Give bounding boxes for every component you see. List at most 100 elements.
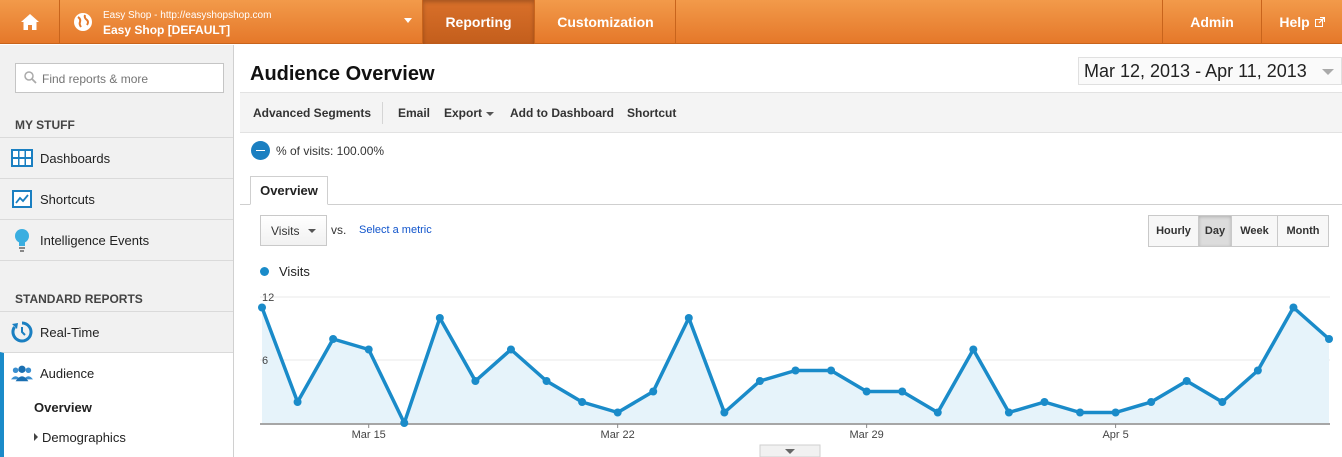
globe-icon [74,13,92,31]
search-box[interactable] [15,63,224,93]
sidebar-item-dashboards[interactable]: Dashboards [0,137,233,178]
advanced-segments-button[interactable]: Advanced Segments [253,106,371,120]
data-point [684,314,693,322]
vs-label: vs. [331,223,347,237]
tab-overview[interactable]: Overview [250,176,328,205]
data-point [1076,408,1085,417]
tab-customization[interactable]: Customization [536,0,676,44]
help-link[interactable]: Help [1262,0,1342,44]
data-point [542,377,551,385]
data-point [1040,398,1049,406]
account-url: Easy Shop - http://easyshopshop.com [103,10,272,21]
toolbar-divider [382,102,383,124]
home-icon [20,14,39,30]
lightbulb-icon [11,229,33,252]
sidebar-item-label: Dashboards [40,150,111,166]
main-content: Audience Overview Mar 12, 2013 - Apr 11,… [240,45,1342,457]
y-tick-label: 12 [262,292,274,304]
granularity-day-button[interactable]: Day [1199,216,1232,246]
dashboard-grid-icon [11,147,33,169]
shortcut-icon [11,188,33,210]
top-nav-bar: Easy Shop - http://easyshopshop.com Easy… [0,0,1342,44]
email-button[interactable]: Email [398,106,430,120]
data-point [898,387,907,396]
segment-summary[interactable]: % of visits: 100.00% [251,141,384,160]
visits-chart: 12 6 Mar 15 Mar 22 Mar 29 Apr 5 [258,292,1333,457]
sidebar-item-shortcuts[interactable]: Shortcuts [0,178,233,219]
sidebar-item-audience[interactable]: Audience [0,352,233,393]
metric-select-value: Visits [271,223,300,238]
granularity-week-button[interactable]: Week [1232,216,1278,246]
caret-right-icon [34,433,38,441]
data-point [1325,335,1333,343]
granularity-hourly-button[interactable]: Hourly [1149,216,1199,246]
data-point [293,398,302,406]
data-point [1253,366,1262,375]
sidebar-subitem-label: Demographics [42,430,126,445]
add-to-dashboard-button[interactable]: Add to Dashboard [510,106,614,120]
data-point [1218,398,1227,406]
segment-text: % of visits: 100.00% [276,143,385,158]
sidebar-item-label: Shortcuts [40,191,95,207]
search-input[interactable] [42,70,217,88]
data-point [969,345,978,354]
export-label: Export [444,106,483,120]
data-point [720,408,729,417]
data-point [827,366,836,375]
sidebar-item-real-time[interactable]: Real-Time [0,311,233,352]
export-button[interactable]: Export [444,106,495,120]
granularity-month-button[interactable]: Month [1278,216,1328,246]
data-point [933,408,942,417]
legend-label: Visits [279,264,310,279]
admin-link[interactable]: Admin [1162,0,1262,44]
data-point [862,387,871,396]
page-title: Audience Overview [250,63,435,85]
legend-dot [260,267,269,276]
data-point [471,377,480,385]
data-point [791,366,800,375]
granularity-toggle: Hourly Day Week Month [1148,215,1329,247]
data-point [435,314,444,322]
shortcut-button[interactable]: Shortcut [627,106,676,120]
data-point [506,345,515,354]
account-name: Easy Shop [DEFAULT] [103,23,231,37]
help-label: Help [1279,14,1310,30]
x-tick-label: Mar 29 [850,429,884,441]
data-point [400,419,409,427]
sidebar-item-intelligence-events[interactable]: Intelligence Events [0,219,233,260]
metric-select[interactable]: Visits [260,215,327,246]
select-metric-link[interactable]: Select a metric [359,224,432,236]
date-range-picker[interactable]: Mar 12, 2013 - Apr 11, 2013 [1078,57,1342,85]
date-range-text: Mar 12, 2013 - Apr 11, 2013 [1084,60,1307,81]
realtime-icon [11,321,33,343]
data-point [364,345,373,354]
sidebar-item-label: Real-Time [40,324,100,340]
x-tick-label: Apr 5 [1102,429,1128,441]
account-selector[interactable]: Easy Shop - http://easyshopshop.com Easy… [61,0,423,44]
chevron-down-icon [1322,69,1334,75]
chevron-down-icon [486,111,495,116]
data-point [1111,408,1120,417]
chevron-down-icon [404,18,412,23]
chart-legend: Visits [260,264,310,279]
home-button[interactable] [0,0,60,44]
tab-reporting[interactable]: Reporting [423,0,535,44]
y-tick-label: 6 [262,355,268,367]
x-tick-label: Mar 22 [601,429,635,441]
tab-divider [240,204,1342,205]
people-icon [11,362,33,384]
data-point [1289,303,1298,312]
data-point [578,398,587,406]
search-icon [24,71,37,84]
data-point [258,303,266,312]
sidebar-subitem-overview[interactable]: Overview [34,400,92,415]
data-point [1182,377,1191,385]
report-toolbar: Advanced Segments Email Export Add to Da… [240,92,1342,133]
my-stuff-heading: MY STUFF [15,118,75,132]
sidebar-subitem-demographics[interactable]: Demographics [34,430,126,445]
data-point [329,335,338,343]
data-point [1004,408,1013,417]
data-point [1147,398,1156,406]
pie-icon [251,141,270,160]
data-point [649,387,658,396]
